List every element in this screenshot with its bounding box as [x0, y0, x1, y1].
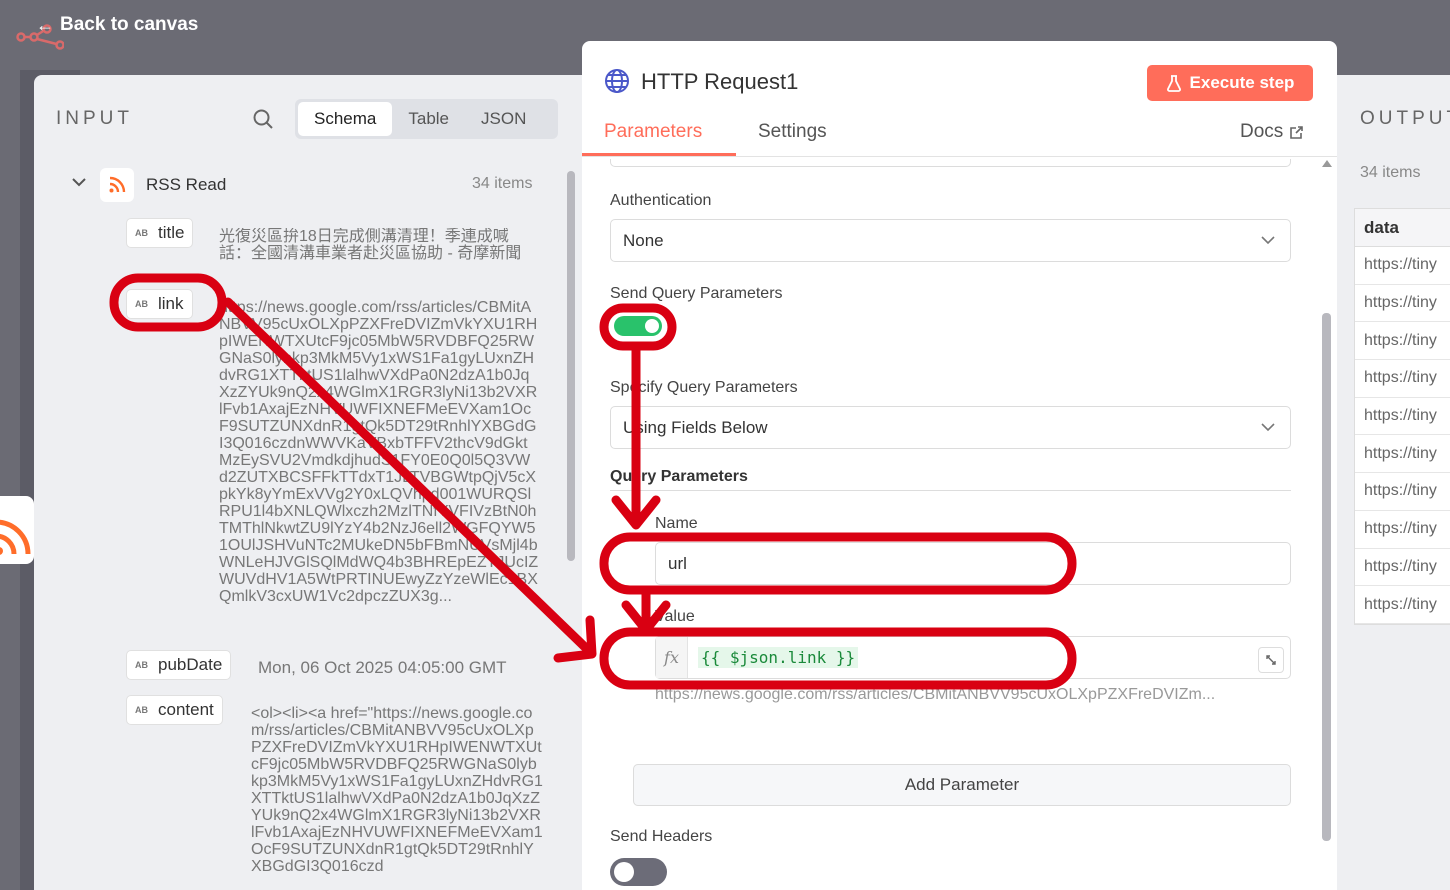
output-panel-title: OUTPUT [1360, 108, 1450, 129]
table-row[interactable]: https://tiny [1355, 398, 1450, 436]
string-type-icon: AB [135, 705, 148, 715]
specify-query-label: Specify Query Parameters [610, 379, 798, 396]
input-panel-title: INPUT [56, 108, 133, 129]
execute-step-label: Execute step [1189, 73, 1295, 92]
field-value: <ol><li><a href="https://news.google.com… [251, 705, 543, 875]
query-parameters-label: Query Parameters [610, 468, 748, 485]
send-headers-toggle[interactable] [610, 858, 667, 886]
table-row[interactable]: https://tiny [1355, 511, 1450, 549]
param-value-expression-input[interactable]: fx {{ $json.link }} [655, 636, 1291, 679]
tab-schema[interactable]: Schema [298, 102, 393, 136]
authentication-select[interactable]: None [610, 219, 1291, 262]
canvas-rss-node[interactable] [0, 496, 34, 564]
tab-parameters[interactable]: Parameters [604, 121, 702, 143]
docs-link[interactable]: Docs [1240, 121, 1304, 143]
specify-query-value: Using Fields Below [623, 417, 768, 437]
schema-field-content[interactable]: AB content [126, 695, 223, 725]
param-value-label: Value [655, 608, 695, 625]
param-name-input[interactable]: url [655, 542, 1291, 585]
string-type-icon: AB [135, 299, 148, 309]
field-value: https://news.google.com/rss/articles/CBM… [219, 299, 539, 605]
arrow-left-icon: ← [36, 14, 54, 35]
field-value: 光復災區拚18日完成側溝清理！季連成喊話：全國清溝車業者赴災區協助 - 奇摩新聞 [219, 228, 522, 262]
table-row[interactable]: https://tiny [1355, 586, 1450, 624]
parameters-scrollbar[interactable] [1322, 313, 1331, 841]
active-tab-indicator [582, 153, 736, 156]
external-link-icon [1290, 125, 1304, 139]
schema-field-link[interactable]: AB link [126, 289, 193, 319]
authentication-value: None [623, 230, 664, 250]
param-value-preview: https://news.google.com/rss/articles/CBM… [655, 686, 1216, 703]
execute-step-button[interactable]: Execute step [1147, 65, 1313, 101]
param-name-value: url [668, 553, 687, 573]
field-name: link [158, 294, 184, 313]
node-parameters-panel: HTTP Request1 Execute step Parameters Se… [582, 41, 1337, 890]
send-query-toggle[interactable] [614, 316, 662, 336]
field-name: content [158, 700, 214, 719]
table-row[interactable]: https://tiny [1355, 549, 1450, 587]
field-value: Mon, 06 Oct 2025 04:05:00 GMT [258, 658, 507, 677]
param-value-expression: {{ $json.link }} [698, 647, 859, 668]
string-type-icon: AB [135, 228, 148, 238]
add-parameter-button[interactable]: Add Parameter [633, 764, 1291, 806]
table-row[interactable]: https://tiny [1355, 435, 1450, 474]
input-panel: INPUT Schema Table JSON RSS Read 34 item… [34, 75, 582, 890]
table-row[interactable]: https://tiny [1355, 247, 1450, 285]
chevron-down-icon [1261, 423, 1275, 432]
previous-field-edge [610, 159, 1291, 167]
schema-field-title[interactable]: AB title [126, 218, 194, 248]
output-panel: OUTPUT 34 items data https://tiny https:… [1337, 75, 1450, 890]
search-icon[interactable] [252, 108, 274, 130]
authentication-label: Authentication [610, 192, 712, 209]
send-headers-label: Send Headers [610, 828, 713, 845]
table-row[interactable]: https://tiny [1355, 360, 1450, 398]
field-name: pubDate [158, 655, 223, 674]
specify-query-select[interactable]: Using Fields Below [610, 406, 1291, 449]
table-row[interactable]: https://tiny [1355, 473, 1450, 511]
table-row[interactable]: https://tiny [1355, 285, 1450, 323]
input-scrollbar[interactable] [567, 171, 575, 561]
rss-icon [0, 519, 31, 555]
back-to-canvas-button[interactable]: ← Back to canvas [36, 14, 198, 36]
send-query-label: Send Query Parameters [610, 285, 783, 302]
globe-icon [605, 69, 629, 93]
expand-editor-button[interactable] [1258, 647, 1284, 673]
tab-settings[interactable]: Settings [758, 121, 827, 143]
input-item-count: 34 items [472, 175, 533, 192]
flask-icon [1166, 75, 1181, 92]
output-column-header[interactable]: data [1355, 209, 1450, 247]
tab-table[interactable]: Table [392, 102, 465, 136]
param-name-label: Name [655, 515, 698, 532]
output-item-count: 34 items [1360, 164, 1421, 181]
output-table: data https://tiny https://tiny https://t… [1354, 208, 1450, 625]
table-row[interactable]: https://tiny [1355, 322, 1450, 361]
rss-node-icon [100, 168, 134, 202]
fx-icon: fx [656, 637, 688, 678]
back-to-canvas-label: Back to canvas [60, 14, 199, 35]
parameter-tabs: Parameters Settings Docs [582, 119, 1337, 157]
view-mode-switch: Schema Table JSON [295, 99, 558, 139]
tab-json[interactable]: JSON [465, 102, 542, 136]
chevron-down-icon[interactable] [71, 176, 87, 188]
string-type-icon: AB [135, 660, 148, 670]
schema-field-pubdate[interactable]: AB pubDate [126, 650, 232, 680]
expand-icon [1266, 655, 1276, 665]
node-title[interactable]: HTTP Request1 [641, 69, 798, 95]
rss-icon [109, 176, 126, 193]
section-divider [610, 490, 1291, 491]
field-name: title [158, 223, 185, 242]
chevron-down-icon [1261, 236, 1275, 245]
scroll-up-arrow-icon[interactable] [1322, 160, 1332, 167]
docs-label: Docs [1240, 121, 1284, 142]
input-node-name: RSS Read [146, 175, 227, 194]
